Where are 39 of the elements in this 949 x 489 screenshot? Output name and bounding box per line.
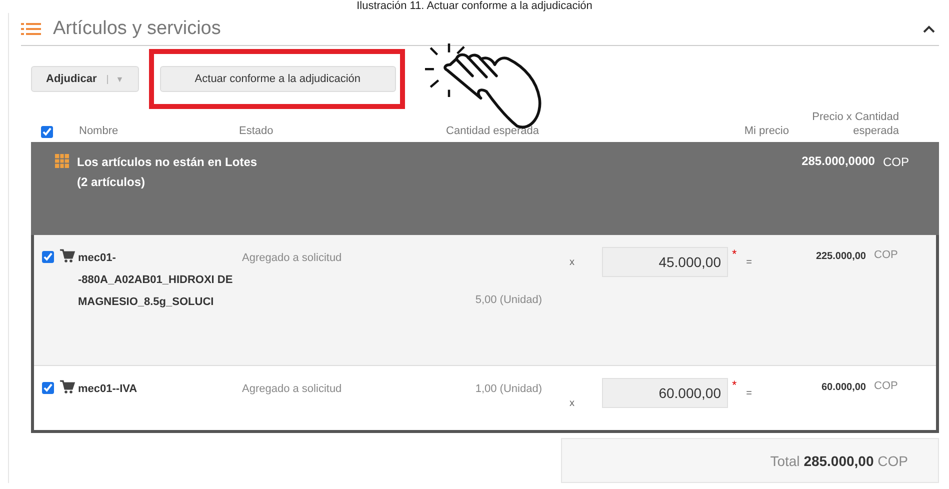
currency-label: COP [882,155,909,171]
cart-icon [60,249,75,263]
item-status: Agregado a solicitud [242,251,343,266]
price-field[interactable]: 60.000,00 [602,378,728,408]
total-text: Total 285.000,00 COP [770,452,908,468]
item-name: mec01--880A_A02AB01_HIDROXI DE MAGNESIO_8.5g_SOLUCI [78,251,234,310]
column-header: Cantidad esperada [445,124,540,138]
act-on-award-button[interactable]: Actuar conforme a la adjudicación [160,66,396,92]
item-quantity: 5,00 (Unidad) [474,293,542,308]
currency-label: COP [873,248,899,263]
row-checkbox[interactable] [42,382,54,394]
column-header: Estado [239,124,274,138]
select-all-checkbox[interactable] [41,126,53,138]
price-field[interactable]: 45.000,00 [602,247,728,277]
column-header: Mi precio [743,124,789,138]
group-total: 285.000,0000 [802,154,875,170]
required-mark: * [731,247,738,263]
times-sign: x [568,257,576,270]
figure-caption: Ilustración 11. Actuar conforme a la adjudicación [356,0,594,13]
cart-icon [60,380,75,394]
line-total: 60.000,00 [820,381,866,395]
times-sign: x [568,398,576,411]
currency-label: COP [873,379,899,394]
list-icon [21,22,41,36]
equals-sign: = [745,388,753,401]
item-quantity: 1,00 (Unidad) [474,382,542,397]
line-total: 225.000,00 [814,250,866,264]
collapse-chevron-icon[interactable] [923,25,935,33]
column-header: Precio x Cantidad esperada [811,110,899,138]
award-button[interactable]: Adjudicar ▼ [31,66,139,92]
column-header: Nombre [78,124,120,138]
group-title: Los artículos no están en Lotes (2 artículos) [77,154,258,191]
required-mark: * [731,378,738,394]
section-title: Artículos y servicios [53,18,222,40]
row-checkbox[interactable] [42,251,54,263]
item-status: Agregado a solicitud [242,382,343,397]
equals-sign: = [745,257,753,270]
item-name: mec01--IVA [78,382,138,397]
grid-icon [55,154,69,168]
